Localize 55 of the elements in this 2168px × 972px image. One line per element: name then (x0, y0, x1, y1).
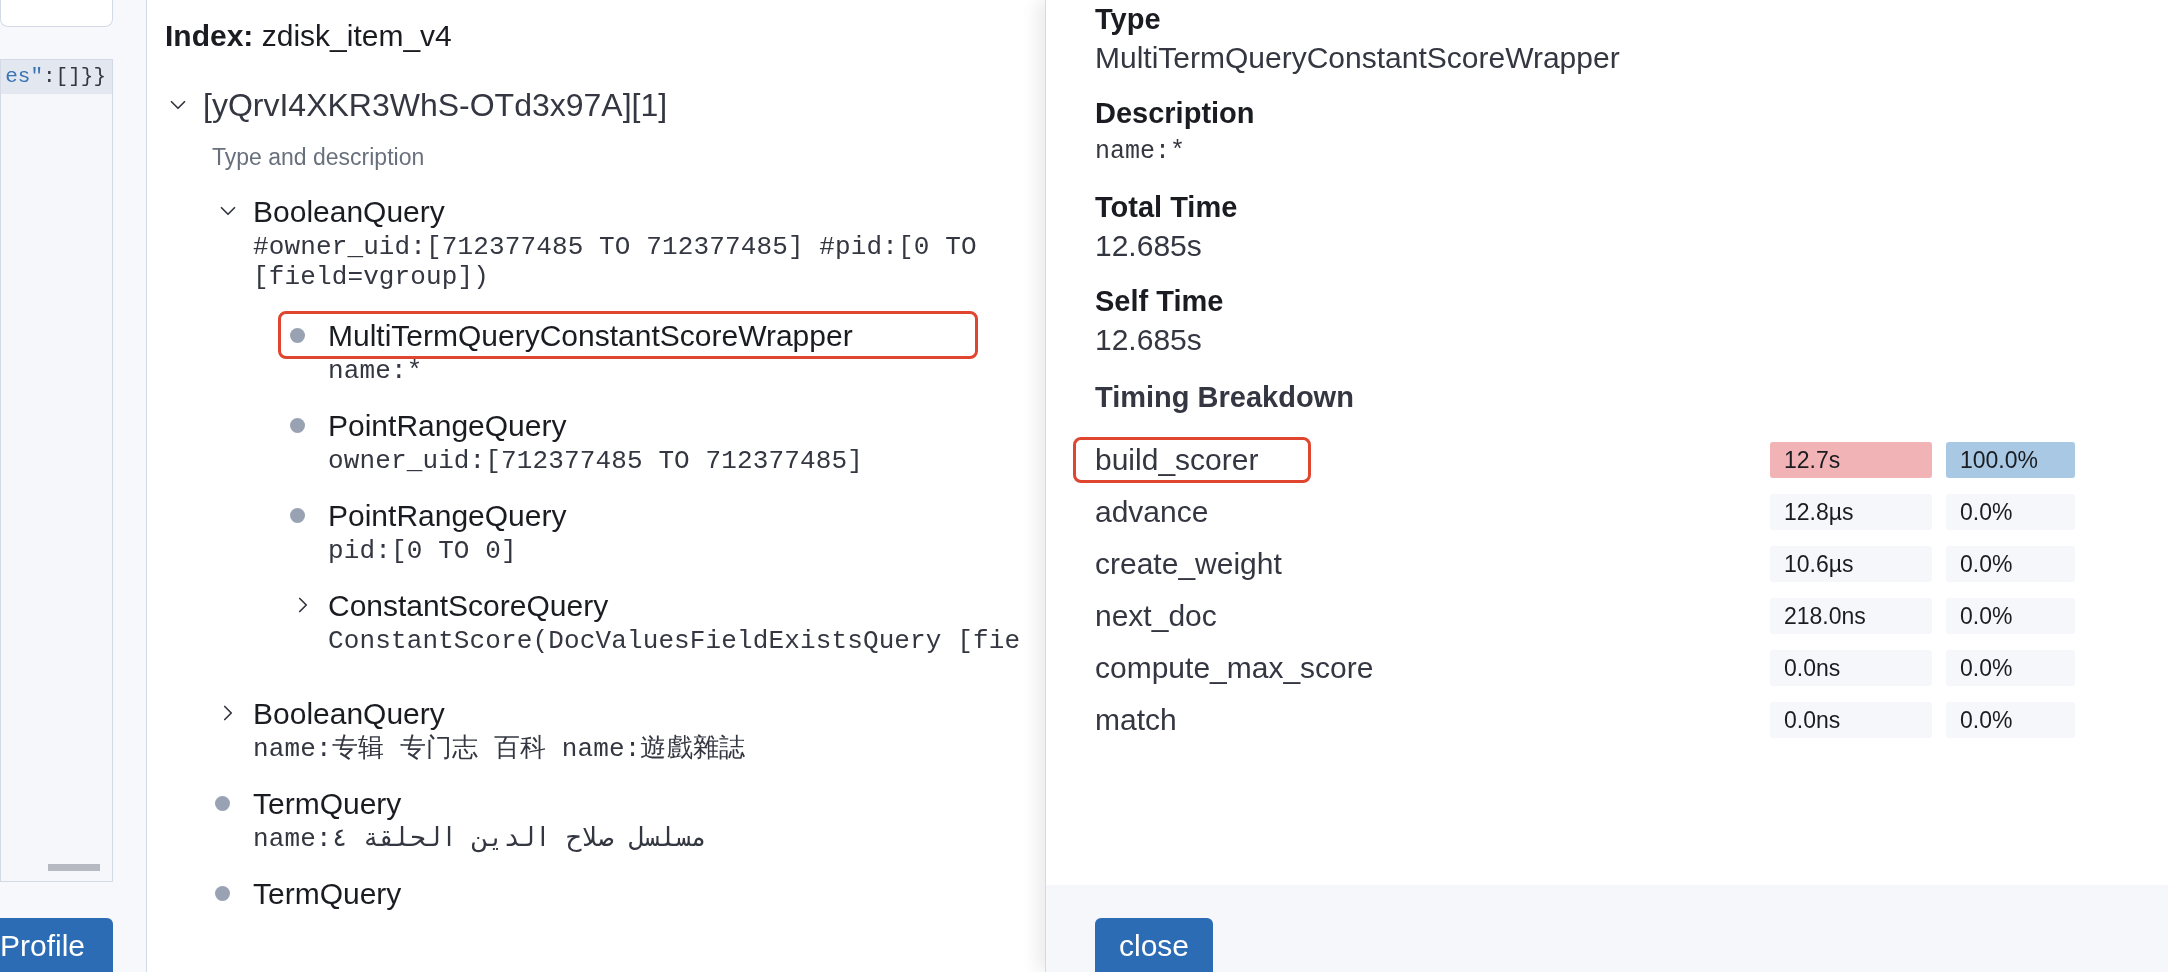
timing-label: build_scorer (1073, 437, 1312, 483)
query-type-link[interactable]: TermQuery (253, 780, 402, 826)
timing-label: next_doc (1094, 598, 1218, 634)
timing-label: compute_max_score (1094, 650, 1375, 686)
query-description: pid:[0 TO 0] (328, 536, 518, 566)
query-type-link[interactable]: PointRangeQuery (328, 402, 567, 448)
bullet-icon (290, 507, 305, 523)
time-pill: 0.0ns (1770, 650, 1932, 686)
bullet-icon (290, 417, 305, 433)
timing-label: advance (1094, 494, 1210, 530)
time-pill: 12.8µs (1770, 494, 1932, 530)
index-title: Index: zdisk_item_v4 (165, 18, 453, 54)
percent-pill: 100.0% (1946, 442, 2075, 478)
detail-value: 12.685s (1095, 228, 1203, 264)
profile-button[interactable]: Profile (0, 918, 113, 972)
time-pill: 12.7s (1770, 442, 1932, 478)
bullet-icon (215, 885, 230, 901)
time-pill: 10.6µs (1770, 546, 1932, 582)
query-type-link[interactable]: ConstantScoreQuery (328, 582, 609, 628)
time-pill: 218.0ns (1770, 598, 1932, 634)
bullet-icon (290, 327, 305, 343)
detail-value: 12.685s (1095, 322, 1203, 358)
query-type-link[interactable]: PointRangeQuery (328, 492, 567, 538)
detail-label: Total Time (1095, 190, 1239, 225)
detail-label: Description (1095, 96, 1256, 131)
query-description: ConstantScore(DocValuesFieldExistsQuery [fie (328, 626, 1022, 656)
percent-pill: 0.0% (1946, 702, 2075, 738)
detail-label: Type (1095, 2, 1162, 37)
shard-title[interactable]: [yQrvI4XKR3WhS-OTd3x97A][1] (203, 81, 668, 129)
detail-value: MultiTermQueryConstantScoreWrapper (1095, 40, 1621, 76)
breakdown-title: Timing Breakdown (1095, 380, 1355, 415)
percent-pill: 0.0% (1946, 650, 2075, 686)
timing-label: create_weight (1094, 546, 1283, 582)
detail-label: Self Time (1095, 284, 1225, 319)
query-description: [field=vgroup]) (253, 262, 490, 292)
text-field[interactable] (0, 0, 113, 27)
percent-pill: 0.0% (1946, 598, 2075, 634)
query-description: name:مسلسل صلاح الدين الحلقة ٤ (253, 824, 709, 854)
section-title: Type and description (212, 143, 426, 172)
query-type-link[interactable]: MultiTermQueryConstantScoreWrapper (328, 312, 853, 358)
query-type-link[interactable]: BooleanQuery (253, 188, 445, 234)
query-type-link[interactable]: TermQuery (253, 870, 402, 916)
scrollbar-thumb[interactable] (48, 864, 100, 871)
query-description: owner_uid:[712377485 TO 712377485] (328, 446, 864, 476)
bullet-icon (215, 795, 230, 811)
detail-value: name:* (1095, 136, 1186, 168)
close-button[interactable]: close (1095, 918, 1214, 972)
query-description: name:* (328, 356, 424, 386)
percent-pill: 0.0% (1946, 494, 2075, 530)
code-editor[interactable]: es":[]}} (0, 59, 113, 882)
query-description: name:专辑 专门志 百科 name:遊戲雜誌 (253, 734, 746, 764)
time-pill: 0.0ns (1770, 702, 1932, 738)
timing-label: match (1094, 702, 1178, 738)
query-description: #owner_uid:[712377485 TO 712377485] #pid:[0 TO (253, 232, 978, 262)
percent-pill: 0.0% (1946, 546, 2075, 582)
